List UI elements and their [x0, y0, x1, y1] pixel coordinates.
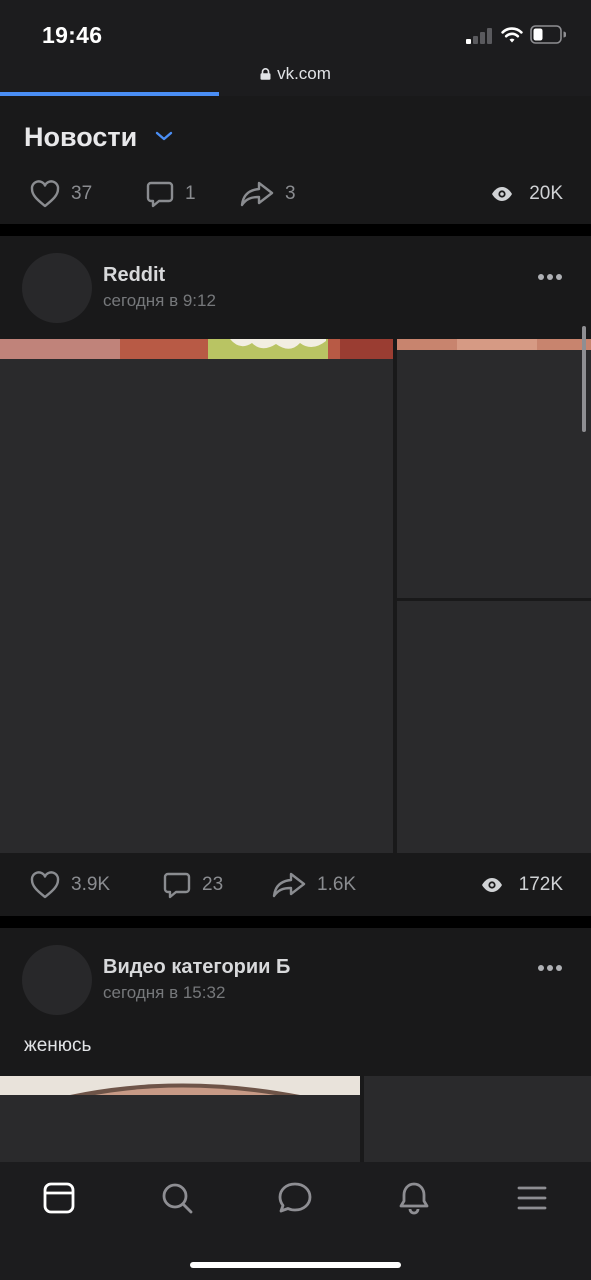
post-author[interactable]: Видео категории Б [103, 956, 290, 979]
lock-icon [260, 68, 271, 80]
photo-preview-strip [397, 339, 591, 350]
avatar[interactable] [22, 253, 92, 323]
post-time[interactable]: сегодня в 9:12 [103, 291, 216, 311]
photo-preview-strip [0, 339, 393, 359]
views-counter: 20K [491, 174, 563, 214]
post-card: Reddit сегодня в 9:12 3.9K 23 1.6K 172K [0, 236, 591, 916]
like-count: 3.9K [71, 874, 111, 895]
messages-icon [278, 1182, 312, 1213]
post-photo-side-bottom[interactable] [397, 601, 591, 853]
share-button[interactable]: 1.6K [271, 865, 356, 905]
more-options-icon[interactable] [537, 273, 563, 281]
status-bar: 19:46 [0, 0, 591, 58]
share-icon [240, 181, 274, 207]
tab-notifications[interactable] [394, 1178, 434, 1218]
search-icon [162, 1183, 193, 1214]
comment-button[interactable]: 23 [162, 865, 223, 905]
page-title[interactable]: Новости [24, 122, 137, 153]
menu-icon [517, 1186, 547, 1210]
eye-icon [481, 878, 502, 892]
share-count: 3 [285, 183, 296, 204]
views-count: 20K [529, 183, 563, 204]
eye-icon [492, 187, 513, 201]
comment-count: 1 [185, 183, 196, 204]
post-card: Видео категории Б сегодня в 15:32 женюсь [0, 928, 591, 1162]
like-button[interactable]: 37 [29, 174, 92, 214]
avatar[interactable] [22, 945, 92, 1015]
comment-icon [163, 872, 191, 899]
tab-messages[interactable] [275, 1178, 315, 1218]
share-count: 1.6K [317, 874, 357, 895]
views-counter: 172K [481, 865, 563, 905]
like-button[interactable]: 3.9K [29, 865, 110, 905]
comment-icon [146, 181, 174, 208]
post-photo-side-top[interactable] [397, 339, 591, 598]
post-time[interactable]: сегодня в 15:32 [103, 983, 225, 1003]
url-text: vk.com [277, 64, 331, 83]
photo-preview-strip [0, 1076, 360, 1095]
cellular-signal-icon [466, 28, 494, 44]
battery-icon [530, 25, 566, 44]
chevron-down-icon[interactable] [155, 130, 173, 142]
views-count: 172K [518, 874, 563, 895]
post-actions: 37 1 3 20K [0, 174, 591, 214]
more-options-icon[interactable] [537, 964, 563, 972]
status-time: 19:46 [42, 22, 103, 48]
notifications-icon [399, 1182, 429, 1215]
share-icon [272, 872, 306, 898]
share-button[interactable]: 3 [239, 174, 296, 214]
like-count: 37 [71, 183, 93, 204]
post-author[interactable]: Reddit [103, 264, 165, 287]
wifi-icon [501, 27, 523, 43]
heart-icon [30, 180, 60, 208]
scrollbar[interactable] [582, 326, 586, 432]
post-photo-side[interactable] [364, 1076, 591, 1162]
comment-button[interactable]: 1 [145, 174, 196, 214]
feed-icon [43, 1182, 75, 1214]
tab-search[interactable] [157, 1178, 197, 1218]
post-actions: 3.9K 23 1.6K 172K [0, 865, 591, 905]
home-indicator[interactable] [190, 1262, 401, 1268]
comment-count: 23 [202, 874, 224, 895]
tab-feed[interactable] [39, 1178, 79, 1218]
post-photo-main[interactable] [0, 1076, 360, 1162]
address-bar[interactable]: vk.com [0, 58, 591, 96]
feed-header: Новости 37 1 3 20K [0, 96, 591, 224]
heart-icon [30, 871, 60, 899]
tab-menu[interactable] [512, 1178, 552, 1218]
post-photo-main[interactable] [0, 339, 393, 853]
post-text: женюсь [24, 1035, 92, 1056]
